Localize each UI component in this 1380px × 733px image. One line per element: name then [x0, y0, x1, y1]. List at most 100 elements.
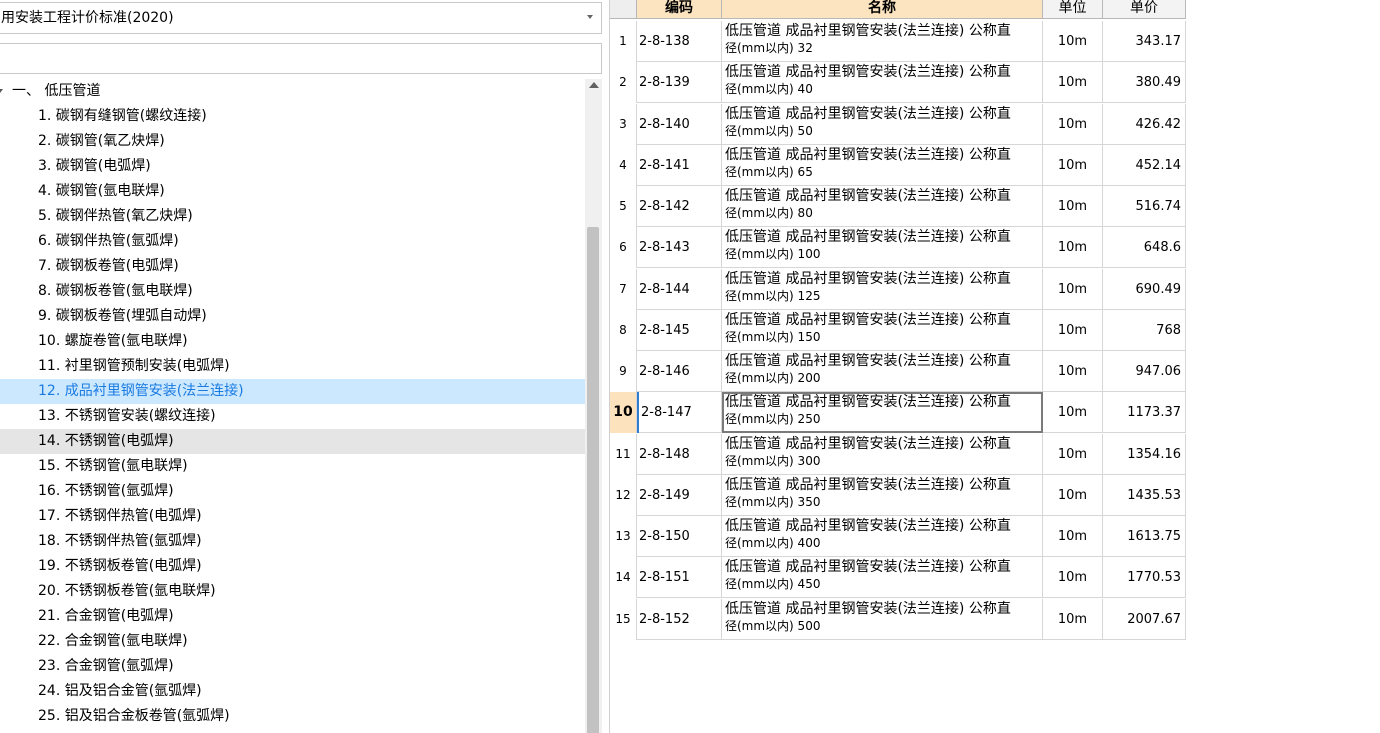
tree-item[interactable]: 25. 铝及铝合金板卷管(氩弧焊)	[0, 704, 585, 729]
row-number[interactable]: 9	[610, 351, 637, 392]
cell-name[interactable]: 低压管道 成品衬里钢管安装(法兰连接) 公称直 径(mm以内) 300	[722, 433, 1043, 475]
tree-item[interactable]: 17. 不锈钢伴热管(电弧焊)	[0, 504, 585, 529]
table-row[interactable]: 13 2-8-150 低压管道 成品衬里钢管安装(法兰连接) 公称直 径(mm以内) …	[610, 516, 1186, 557]
tree-item[interactable]: 13. 不锈钢管安装(螺纹连接)	[0, 404, 585, 429]
table-row[interactable]: 12 2-8-149 低压管道 成品衬里钢管安装(法兰连接) 公称直 径(mm以内) …	[610, 474, 1186, 516]
tree-item[interactable]: 20. 不锈钢板卷管(氩电联焊)	[0, 579, 585, 604]
cell-code[interactable]: 2-8-145	[637, 309, 722, 351]
scroll-up-icon[interactable]	[589, 82, 599, 88]
header-name[interactable]: 名称	[722, 0, 1043, 19]
header-unit[interactable]: 单位	[1043, 0, 1103, 19]
cell-price[interactable]: 380.49	[1103, 62, 1186, 104]
tree-item[interactable]: 2. 碳钢管(氧乙炔焊)	[0, 129, 585, 154]
cell-price[interactable]: 2007.67	[1103, 598, 1186, 640]
cell-code[interactable]: 2-8-140	[637, 103, 722, 145]
cell-name[interactable]: 低压管道 成品衬里钢管安装(法兰连接) 公称直 径(mm以内) 450	[722, 557, 1043, 599]
cell-code[interactable]: 2-8-146	[637, 351, 722, 392]
row-number[interactable]: 10	[610, 392, 637, 434]
cell-name[interactable]: 低压管道 成品衬里钢管安装(法兰连接) 公称直 径(mm以内) 40	[722, 62, 1043, 104]
scrollbar-thumb[interactable]	[587, 227, 599, 733]
cell-price[interactable]: 343.17	[1103, 21, 1186, 62]
cell-price[interactable]: 947.06	[1103, 351, 1186, 392]
cell-name[interactable]: 低压管道 成品衬里钢管安装(法兰连接) 公称直 径(mm以内) 80	[722, 186, 1043, 227]
cell-code[interactable]: 2-8-147	[637, 392, 722, 434]
cell-code[interactable]: 2-8-148	[637, 433, 722, 475]
row-number[interactable]: 8	[610, 309, 637, 351]
tree-item[interactable]: 12. 成品衬里钢管安装(法兰连接)	[0, 379, 585, 404]
cell-price[interactable]: 768	[1103, 309, 1186, 351]
tree-item[interactable]: 19. 不锈钢板卷管(电弧焊)	[0, 554, 585, 579]
table-row[interactable]: 7 2-8-144 低压管道 成品衬里钢管安装(法兰连接) 公称直 径(mm以内) 1…	[610, 268, 1186, 310]
cell-unit[interactable]: 10m	[1043, 598, 1103, 640]
search-box[interactable]	[0, 43, 602, 74]
cell-code[interactable]: 2-8-149	[637, 474, 722, 516]
cell-unit[interactable]: 10m	[1043, 557, 1103, 599]
cell-unit[interactable]: 10m	[1043, 433, 1103, 475]
cell-name[interactable]: 低压管道 成品衬里钢管安装(法兰连接) 公称直 径(mm以内) 32	[722, 21, 1043, 62]
header-price[interactable]: 单价	[1103, 0, 1186, 19]
tree-scrollbar[interactable]	[585, 79, 602, 733]
cell-unit[interactable]: 10m	[1043, 351, 1103, 392]
header-code[interactable]: 编码	[637, 0, 722, 19]
tree-item[interactable]: 23. 合金钢管(氩弧焊)	[0, 654, 585, 679]
cell-unit[interactable]: 10m	[1043, 309, 1103, 351]
cell-name[interactable]: 低压管道 成品衬里钢管安装(法兰连接) 公称直 径(mm以内) 150	[722, 309, 1043, 351]
tree-item[interactable]: 9. 碳钢板卷管(埋弧自动焊)	[0, 304, 585, 329]
cell-name[interactable]: 低压管道 成品衬里钢管安装(法兰连接) 公称直 径(mm以内) 350	[722, 474, 1043, 516]
cell-price[interactable]: 1435.53	[1103, 474, 1186, 516]
row-number[interactable]: 3	[610, 103, 637, 145]
cell-unit[interactable]: 10m	[1043, 268, 1103, 310]
table-row[interactable]: 10 2-8-147 低压管道 成品衬里钢管安装(法兰连接) 公称直 径(mm以内) …	[610, 392, 1186, 434]
cell-price[interactable]: 648.6	[1103, 227, 1186, 269]
row-number[interactable]: 5	[610, 186, 637, 227]
cell-price[interactable]: 452.14	[1103, 144, 1186, 186]
tree-root-node[interactable]: 一、 低压管道	[0, 79, 585, 104]
table-row[interactable]: 14 2-8-151 低压管道 成品衬里钢管安装(法兰连接) 公称直 径(mm以内) …	[610, 557, 1186, 599]
cell-code[interactable]: 2-8-143	[637, 227, 722, 269]
tree-item[interactable]: 3. 碳钢管(电弧焊)	[0, 154, 585, 179]
cell-unit[interactable]: 10m	[1043, 227, 1103, 269]
collapse-icon[interactable]	[0, 89, 3, 93]
cell-unit[interactable]: 10m	[1043, 62, 1103, 104]
cell-code[interactable]: 2-8-150	[637, 516, 722, 557]
table-row[interactable]: 6 2-8-143 低压管道 成品衬里钢管安装(法兰连接) 公称直 径(mm以内) 1…	[610, 227, 1186, 269]
search-input[interactable]	[0, 44, 601, 73]
tree-item[interactable]: 16. 不锈钢管(氩弧焊)	[0, 479, 585, 504]
tree-item[interactable]: 8. 碳钢板卷管(氩电联焊)	[0, 279, 585, 304]
row-number[interactable]: 13	[610, 516, 637, 557]
tree-item[interactable]: 1. 碳钢有缝钢管(螺纹连接)	[0, 104, 585, 129]
table-row[interactable]: 5 2-8-142 低压管道 成品衬里钢管安装(法兰连接) 公称直 径(mm以内) 8…	[610, 186, 1186, 227]
cell-price[interactable]: 426.42	[1103, 103, 1186, 145]
cell-code[interactable]: 2-8-138	[637, 21, 722, 62]
cell-code[interactable]: 2-8-139	[637, 62, 722, 104]
cell-price[interactable]: 690.49	[1103, 268, 1186, 310]
cell-unit[interactable]: 10m	[1043, 21, 1103, 62]
cell-price[interactable]: 1354.16	[1103, 433, 1186, 475]
cell-unit[interactable]: 10m	[1043, 103, 1103, 145]
row-number[interactable]: 12	[610, 474, 637, 516]
row-number[interactable]: 6	[610, 227, 637, 269]
tree-item[interactable]: 10. 螺旋卷管(氩电联焊)	[0, 329, 585, 354]
cell-code[interactable]: 2-8-151	[637, 557, 722, 599]
cell-unit[interactable]: 10m	[1043, 186, 1103, 227]
standard-select[interactable]: 用安装工程计价标准(2020)	[0, 2, 602, 34]
cell-name[interactable]: 低压管道 成品衬里钢管安装(法兰连接) 公称直 径(mm以内) 65	[722, 144, 1043, 186]
tree-item[interactable]: 11. 衬里钢管预制安装(电弧焊)	[0, 354, 585, 379]
table-row[interactable]: 4 2-8-141 低压管道 成品衬里钢管安装(法兰连接) 公称直 径(mm以内) 6…	[610, 144, 1186, 186]
row-number[interactable]: 11	[610, 433, 637, 475]
tree-item[interactable]: 24. 铝及铝合金管(氩弧焊)	[0, 679, 585, 704]
table-row[interactable]: 15 2-8-152 低压管道 成品衬里钢管安装(法兰连接) 公称直 径(mm以内) …	[610, 598, 1186, 640]
tree-item[interactable]: 22. 合金钢管(氩电联焊)	[0, 629, 585, 654]
row-number[interactable]: 14	[610, 557, 637, 599]
table-row[interactable]: 2 2-8-139 低压管道 成品衬里钢管安装(法兰连接) 公称直 径(mm以内) 4…	[610, 62, 1186, 104]
cell-price[interactable]: 1613.75	[1103, 516, 1186, 557]
tree-item[interactable]: 5. 碳钢伴热管(氧乙炔焊)	[0, 204, 585, 229]
cell-name[interactable]: 低压管道 成品衬里钢管安装(法兰连接) 公称直 径(mm以内) 125	[722, 268, 1043, 310]
cell-unit[interactable]: 10m	[1043, 392, 1103, 434]
tree-item[interactable]: 14. 不锈钢管(电弧焊)	[0, 429, 585, 454]
cell-name[interactable]: 低压管道 成品衬里钢管安装(法兰连接) 公称直 径(mm以内) 400	[722, 516, 1043, 557]
row-number[interactable]: 4	[610, 144, 637, 186]
tree-item[interactable]: 15. 不锈钢管(氩电联焊)	[0, 454, 585, 479]
cell-unit[interactable]: 10m	[1043, 474, 1103, 516]
table-row[interactable]: 8 2-8-145 低压管道 成品衬里钢管安装(法兰连接) 公称直 径(mm以内) 1…	[610, 309, 1186, 351]
